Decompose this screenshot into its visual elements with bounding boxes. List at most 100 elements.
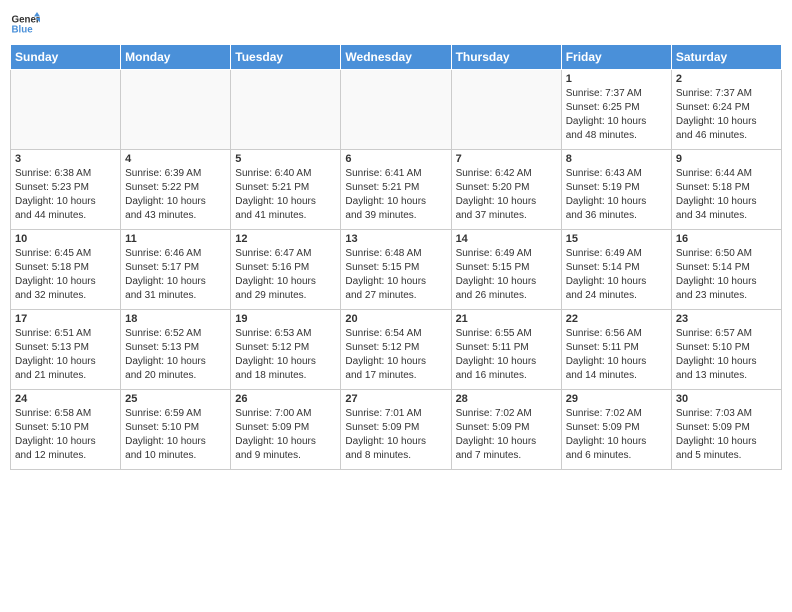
- day-info-line: Sunrise: 6:57 AM: [676, 327, 777, 341]
- calendar-cell: 5 Sunrise: 6:40 AMSunset: 5:21 PMDaylight…: [231, 150, 341, 230]
- day-number: 11: [125, 233, 226, 245]
- calendar-cell: 6Sunrise: 6:41 AMSunset: 5:21 PMDaylight…: [341, 150, 451, 230]
- day-number: 1: [566, 73, 667, 85]
- day-info-line: and 26 minutes.: [456, 289, 557, 303]
- day-number: 9: [676, 153, 777, 165]
- page-header: General Blue: [10, 10, 782, 38]
- day-info-line: Sunset: 5:13 PM: [15, 341, 116, 355]
- day-info-line: Sunset: 6:24 PM: [676, 101, 777, 115]
- day-info-line: Sunrise: 6:52 AM: [125, 327, 226, 341]
- day-info-line: Sunrise: 6:58 AM: [15, 407, 116, 421]
- day-info-line: Sunset: 5:18 PM: [676, 181, 777, 195]
- calendar-cell: 16Sunrise: 6:50 AMSunset: 5:14 PMDayligh…: [671, 230, 781, 310]
- day-info-line: Sunrise: 7:02 AM: [566, 407, 667, 421]
- day-info-line: Sunset: 5:09 PM: [235, 421, 336, 435]
- day-number: 3: [15, 153, 116, 165]
- day-info-line: Daylight: 10 hours: [345, 195, 446, 209]
- day-info-line: and 32 minutes.: [15, 289, 116, 303]
- day-number: 29: [566, 393, 667, 405]
- day-info-line: Daylight: 10 hours: [566, 195, 667, 209]
- day-info-line: and 31 minutes.: [125, 289, 226, 303]
- day-number: 27: [345, 393, 446, 405]
- day-info-line: Sunset: 5:09 PM: [345, 421, 446, 435]
- day-info-line: and 6 minutes.: [566, 449, 667, 463]
- day-info-line: and 23 minutes.: [676, 289, 777, 303]
- day-info-line: Sunset: 5:20 PM: [456, 181, 557, 195]
- day-info-line: and 17 minutes.: [345, 369, 446, 383]
- week-row-5: 24Sunrise: 6:58 AMSunset: 5:10 PMDayligh…: [11, 390, 782, 470]
- day-info-line: Daylight: 10 hours: [15, 275, 116, 289]
- day-info-line: Sunrise: 7:37 AM: [676, 87, 777, 101]
- logo: General Blue: [10, 10, 40, 38]
- day-number: 25: [125, 393, 226, 405]
- calendar-cell: 19Sunrise: 6:53 AMSunset: 5:12 PMDayligh…: [231, 310, 341, 390]
- day-info-line: Daylight: 10 hours: [125, 355, 226, 369]
- day-info-line: Daylight: 10 hours: [456, 435, 557, 449]
- day-number: 12: [235, 233, 336, 245]
- day-info-line: and 9 minutes.: [235, 449, 336, 463]
- week-row-4: 17Sunrise: 6:51 AMSunset: 5:13 PMDayligh…: [11, 310, 782, 390]
- calendar-table: SundayMondayTuesdayWednesdayThursdayFrid…: [10, 44, 782, 470]
- day-info-line: Sunset: 5:11 PM: [566, 341, 667, 355]
- day-number: 5: [235, 153, 336, 165]
- day-info-line: Daylight: 10 hours: [235, 195, 336, 209]
- calendar-cell: 25Sunrise: 6:59 AMSunset: 5:10 PMDayligh…: [121, 390, 231, 470]
- day-info-line: and 29 minutes.: [235, 289, 336, 303]
- day-info-line: Daylight: 10 hours: [456, 355, 557, 369]
- day-info-line: Sunrise: 6:53 AM: [235, 327, 336, 341]
- day-info-line: Daylight: 10 hours: [125, 195, 226, 209]
- day-info-line: and 27 minutes.: [345, 289, 446, 303]
- day-number: 19: [235, 313, 336, 325]
- day-info-line: and 16 minutes.: [456, 369, 557, 383]
- week-row-3: 10Sunrise: 6:45 AMSunset: 5:18 PMDayligh…: [11, 230, 782, 310]
- day-info-line: Sunset: 5:21 PM: [235, 181, 336, 195]
- day-info-line: Daylight: 10 hours: [676, 195, 777, 209]
- day-number: 13: [345, 233, 446, 245]
- day-info-line: Daylight: 10 hours: [456, 275, 557, 289]
- day-info-line: and 43 minutes.: [125, 209, 226, 223]
- day-info-line: Sunrise: 6:40 AM: [235, 167, 336, 181]
- day-info-line: and 8 minutes.: [345, 449, 446, 463]
- day-info-line: Daylight: 10 hours: [676, 435, 777, 449]
- day-info-line: Daylight: 10 hours: [345, 355, 446, 369]
- day-number: 18: [125, 313, 226, 325]
- day-info-line: Sunset: 5:10 PM: [125, 421, 226, 435]
- day-info-line: Sunset: 5:12 PM: [235, 341, 336, 355]
- day-info-line: and 18 minutes.: [235, 369, 336, 383]
- day-info-line: Sunrise: 6:43 AM: [566, 167, 667, 181]
- day-info-line: Sunset: 5:13 PM: [125, 341, 226, 355]
- logo-icon: General Blue: [10, 10, 40, 38]
- day-info-line: Sunset: 5:14 PM: [566, 261, 667, 275]
- day-info-line: Sunrise: 6:48 AM: [345, 247, 446, 261]
- calendar-cell: [231, 70, 341, 150]
- col-header-saturday: Saturday: [671, 45, 781, 70]
- day-info-line: and 5 minutes.: [676, 449, 777, 463]
- day-info-line: Daylight: 10 hours: [456, 195, 557, 209]
- col-header-sunday: Sunday: [11, 45, 121, 70]
- calendar-cell: 3Sunrise: 6:38 AMSunset: 5:23 PMDaylight…: [11, 150, 121, 230]
- calendar-cell: 7Sunrise: 6:42 AMSunset: 5:20 PMDaylight…: [451, 150, 561, 230]
- calendar-cell: 1Sunrise: 7:37 AMSunset: 6:25 PMDaylight…: [561, 70, 671, 150]
- calendar-cell: 22Sunrise: 6:56 AMSunset: 5:11 PMDayligh…: [561, 310, 671, 390]
- calendar-cell: 13Sunrise: 6:48 AMSunset: 5:15 PMDayligh…: [341, 230, 451, 310]
- calendar-cell: [341, 70, 451, 150]
- day-info-line: Sunrise: 6:51 AM: [15, 327, 116, 341]
- day-number: 7: [456, 153, 557, 165]
- day-info-line: Sunset: 5:11 PM: [456, 341, 557, 355]
- day-info-line: Sunset: 5:09 PM: [456, 421, 557, 435]
- day-info-line: Sunrise: 6:38 AM: [15, 167, 116, 181]
- day-info-line: Daylight: 10 hours: [15, 435, 116, 449]
- day-info-line: Daylight: 10 hours: [15, 355, 116, 369]
- day-info-line: Daylight: 10 hours: [566, 275, 667, 289]
- day-info-line: Daylight: 10 hours: [125, 435, 226, 449]
- day-info-line: Daylight: 10 hours: [676, 115, 777, 129]
- day-info-line: Sunset: 5:10 PM: [676, 341, 777, 355]
- col-header-wednesday: Wednesday: [341, 45, 451, 70]
- day-number: 14: [456, 233, 557, 245]
- day-info-line: Sunset: 5:12 PM: [345, 341, 446, 355]
- day-number: 22: [566, 313, 667, 325]
- day-info-line: Sunset: 5:19 PM: [566, 181, 667, 195]
- day-number: 26: [235, 393, 336, 405]
- calendar-cell: 18 Sunrise: 6:52 AMSunset: 5:13 PMDayligh…: [121, 310, 231, 390]
- day-info-line: and 13 minutes.: [676, 369, 777, 383]
